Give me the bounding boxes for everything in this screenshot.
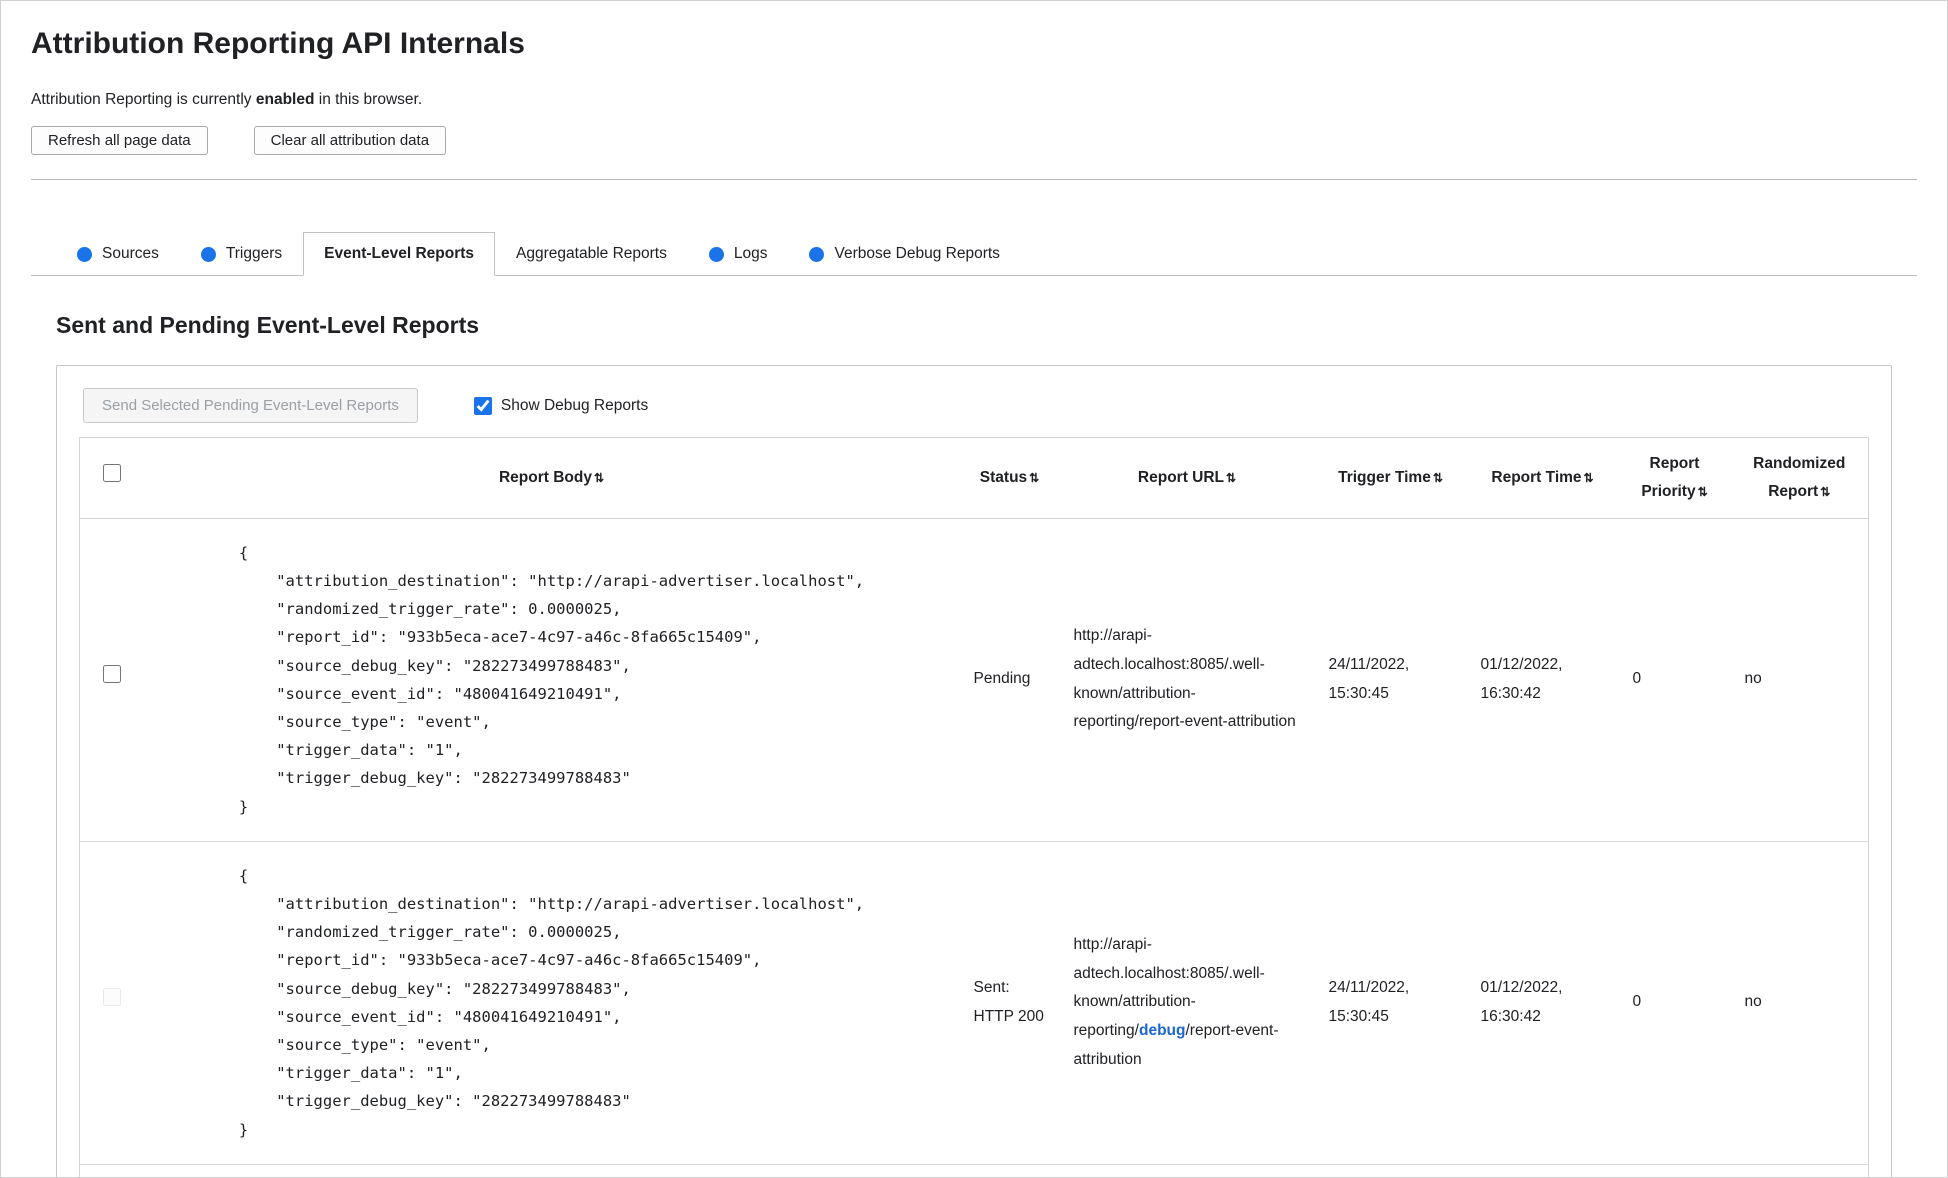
sort-icon: ⇅ — [1226, 470, 1237, 485]
tab-verbose-debug-reports[interactable]: Verbose Debug Reports — [788, 232, 1020, 275]
clear-all-attribution-data-button[interactable]: Clear all attribution data — [253, 126, 447, 155]
row-select-cell — [79, 518, 144, 842]
show-debug-reports-label: Show Debug Reports — [500, 396, 649, 414]
status-line: Attribution Reporting is currently enabl… — [31, 91, 1917, 109]
sort-icon: ⇅ — [1583, 470, 1594, 485]
column-header-report-url[interactable]: Report URL ⇅ — [1059, 437, 1315, 519]
tab-event-level-reports[interactable]: Event-Level Reports — [303, 232, 496, 276]
attribution-internals-page: Attribution Reporting API Internals Attr… — [0, 0, 1948, 1178]
sort-icon: ⇅ — [1432, 470, 1443, 485]
column-header-status[interactable]: Status ⇅ — [959, 437, 1060, 519]
report-time-cell: 01/12/2022, 16:30:42 — [1466, 841, 1619, 1165]
event-level-reports-panel-content: Sent and Pending Event-Level Reports Sen… — [31, 312, 1917, 1177]
send-selected-pending-reports-button[interactable]: Send Selected Pending Event-Level Report… — [83, 388, 418, 423]
report-url-cell: http://arapi-adtech.localhost:8085/.well… — [1059, 841, 1315, 1165]
event-level-reports-table: Report Body ⇅ Status ⇅ Report URL ⇅ Trigger… — [79, 437, 1869, 1177]
tab-aggregatable-reports[interactable]: Aggregatable Reports — [495, 232, 688, 275]
tab-label: Sources — [102, 245, 159, 262]
section-heading: Sent and Pending Event-Level Reports — [56, 312, 480, 338]
status-text-suffix: in this browser. — [314, 91, 423, 108]
row-checkbox-disabled — [102, 988, 121, 1007]
column-header-report-body[interactable]: Report Body ⇅ — [143, 437, 960, 519]
report-url-text: http://arapi-adtech.localhost:8085/.well… — [1073, 627, 1296, 731]
status-cell: Sent: HTTP 200 — [959, 841, 1060, 1165]
trigger-time-cell: 24/11/2022, 15:30:45 — [1314, 518, 1467, 842]
tab-label: Triggers — [225, 245, 283, 262]
tab-sources[interactable]: Sources — [56, 232, 180, 275]
report-body-cell: { "attribution_destination": "http://ara… — [143, 518, 960, 842]
report-priority-cell: 0 — [1618, 841, 1731, 1165]
empty-footer-row — [80, 1164, 1869, 1177]
status-enabled-text: enabled — [255, 91, 315, 108]
tab-logs[interactable]: Logs — [688, 232, 789, 275]
blue-dot-icon — [200, 246, 216, 262]
reports-toolbar: Send Selected Pending Event-Level Report… — [79, 388, 1869, 423]
report-row: { "attribution_destination": "http://ara… — [79, 841, 1869, 1165]
status-cell: Pending — [959, 518, 1060, 842]
trigger-time-cell: 24/11/2022, 15:30:45 — [1314, 841, 1467, 1165]
randomized-report-cell: no — [1730, 518, 1869, 842]
select-all-header — [79, 437, 144, 519]
tab-strip: Sources Triggers Event-Level Reports Agg… — [31, 232, 1917, 276]
debug-url-highlight: debug — [1138, 1022, 1186, 1040]
report-priority-cell: 0 — [1618, 518, 1731, 842]
report-time-cell: 01/12/2022, 16:30:42 — [1466, 518, 1619, 842]
report-body-json: { "attribution_destination": "http://ara… — [238, 866, 865, 1139]
tab-label: Verbose Debug Reports — [834, 245, 1000, 262]
refresh-all-page-data-button[interactable]: Refresh all page data — [31, 126, 208, 155]
sort-icon: ⇅ — [1029, 470, 1040, 485]
sort-icon: ⇅ — [1820, 484, 1831, 499]
sort-icon: ⇅ — [1697, 484, 1708, 499]
tab-label: Logs — [733, 245, 768, 262]
tab-label: Aggregatable Reports — [516, 245, 667, 262]
column-header-trigger-time[interactable]: Trigger Time ⇅ — [1314, 437, 1467, 519]
blue-dot-icon — [809, 246, 825, 262]
randomized-report-cell: no — [1730, 841, 1869, 1165]
row-select-cell — [79, 841, 144, 1165]
empty-footer-cell — [80, 1164, 1869, 1177]
column-header-report-priority[interactable]: Report Priority ⇅ — [1618, 437, 1731, 519]
tab-triggers[interactable]: Triggers — [180, 232, 303, 275]
column-header-randomized-report[interactable]: Randomized Report ⇅ — [1730, 437, 1869, 519]
report-body-cell: { "attribution_destination": "http://ara… — [143, 841, 960, 1165]
report-body-json: { "attribution_destination": "http://ara… — [238, 543, 865, 816]
blue-dot-icon — [708, 246, 724, 262]
column-header-report-time[interactable]: Report Time ⇅ — [1466, 437, 1619, 519]
show-debug-reports-toggle[interactable]: Show Debug Reports — [473, 396, 649, 415]
report-row: { "attribution_destination": "http://ara… — [79, 518, 1869, 842]
sort-icon: ⇅ — [593, 470, 605, 485]
reports-panel: Send Selected Pending Event-Level Report… — [56, 365, 1892, 1177]
page-title: Attribution Reporting API Internals — [31, 27, 525, 60]
blue-dot-icon — [77, 246, 92, 262]
show-debug-reports-checkbox[interactable] — [473, 396, 492, 415]
table-header-row: Report Body ⇅ Status ⇅ Report URL ⇅ Trigger… — [79, 437, 1869, 519]
tab-label: Event-Level Reports — [324, 245, 475, 262]
page-toolbar: Refresh all page data Clear all attribut… — [31, 126, 1917, 155]
status-text-prefix: Attribution Reporting is currently — [31, 91, 256, 108]
select-all-checkbox[interactable] — [102, 463, 121, 482]
report-url-cell: http://arapi-adtech.localhost:8085/.well… — [1059, 518, 1315, 842]
row-checkbox[interactable] — [102, 665, 121, 684]
divider — [31, 179, 1917, 180]
